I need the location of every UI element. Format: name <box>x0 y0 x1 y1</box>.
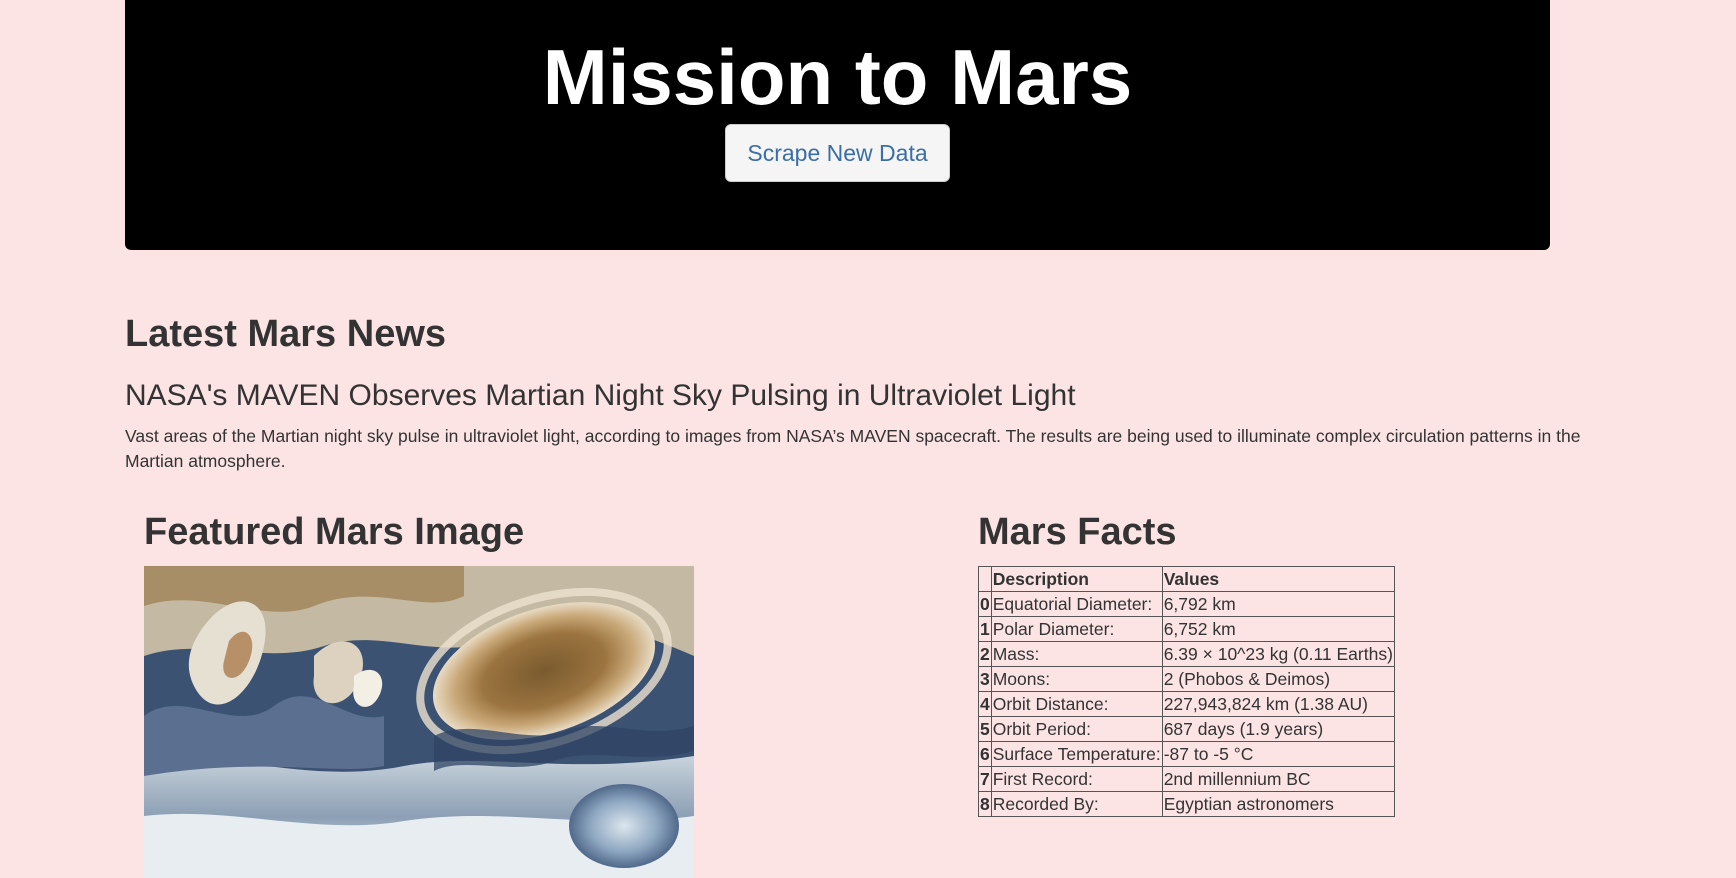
table-row: 5 Orbit Period: 687 days (1.9 years) <box>978 716 1395 742</box>
mars-facts-table: Description Values 0 Equatorial Diameter… <box>978 566 1395 817</box>
news-paragraph: Vast areas of the Martian night sky puls… <box>125 426 1581 471</box>
mars-facts-heading: Mars Facts <box>978 511 1177 553</box>
scrape-button[interactable]: Scrape New Data <box>725 124 950 182</box>
table-row: 7 First Record: 2nd millennium BC <box>978 766 1395 792</box>
fact-description: Orbit Period: <box>990 716 1163 742</box>
fact-description: Surface Temperature: <box>990 741 1163 767</box>
table-row: 8 Recorded By: Egyptian astronomers <box>978 791 1395 817</box>
table-row: 1 Polar Diameter: 6,752 km <box>978 616 1395 642</box>
fact-value: -87 to -5 °C <box>1161 741 1395 767</box>
fact-value: 687 days (1.9 years) <box>1161 716 1395 742</box>
fact-description: Equatorial Diameter: <box>990 591 1163 617</box>
row-index: 6 <box>978 741 992 767</box>
row-index: 2 <box>978 641 992 667</box>
fact-description: First Record: <box>990 766 1163 792</box>
row-index: 4 <box>978 691 992 717</box>
featured-image <box>144 566 694 878</box>
row-index: 0 <box>978 591 992 617</box>
fact-description: Orbit Distance: <box>990 691 1163 717</box>
fact-description: Recorded By: <box>990 791 1163 817</box>
table-row: 0 Equatorial Diameter: 6,792 km <box>978 591 1395 617</box>
row-index: 8 <box>978 791 992 817</box>
fact-value: 6.39 × 10^23 kg (0.11 Earths) <box>1161 641 1395 667</box>
news-heading: Latest Mars News <box>125 313 447 355</box>
description-header: Description <box>990 566 1163 592</box>
fact-description: Moons: <box>990 666 1163 692</box>
fact-value: 227,943,824 km (1.38 AU) <box>1161 691 1395 717</box>
featured-image-heading: Featured Mars Image <box>144 511 525 553</box>
index-header <box>978 566 992 592</box>
row-index: 5 <box>978 716 992 742</box>
page-title: Mission to Mars <box>542 33 1133 121</box>
table-row: 6 Surface Temperature: -87 to -5 °C <box>978 741 1395 767</box>
table-row: 3 Moons: 2 (Phobos & Deimos) <box>978 666 1395 692</box>
table-row: 4 Orbit Distance: 227,943,824 km (1.38 A… <box>978 691 1395 717</box>
row-index: 3 <box>978 666 992 692</box>
table-row: 2 Mass: 6.39 × 10^23 kg (0.11 Earths) <box>978 641 1395 667</box>
values-header: Values <box>1161 566 1395 592</box>
fact-description: Polar Diameter: <box>990 616 1163 642</box>
fact-value: 2nd millennium BC <box>1161 766 1395 792</box>
table-header-row: Description Values <box>978 566 1395 592</box>
fact-value: Egyptian astronomers <box>1161 791 1395 817</box>
row-index: 7 <box>978 766 992 792</box>
fact-value: 6,792 km <box>1161 591 1395 617</box>
header-banner: Mission to Mars Scrape New Data <box>125 0 1550 250</box>
news-title: NASA's MAVEN Observes Martian Night Sky … <box>125 379 1076 412</box>
fact-description: Mass: <box>990 641 1163 667</box>
fact-value: 2 (Phobos & Deimos) <box>1161 666 1395 692</box>
fact-value: 6,752 km <box>1161 616 1395 642</box>
row-index: 1 <box>978 616 992 642</box>
